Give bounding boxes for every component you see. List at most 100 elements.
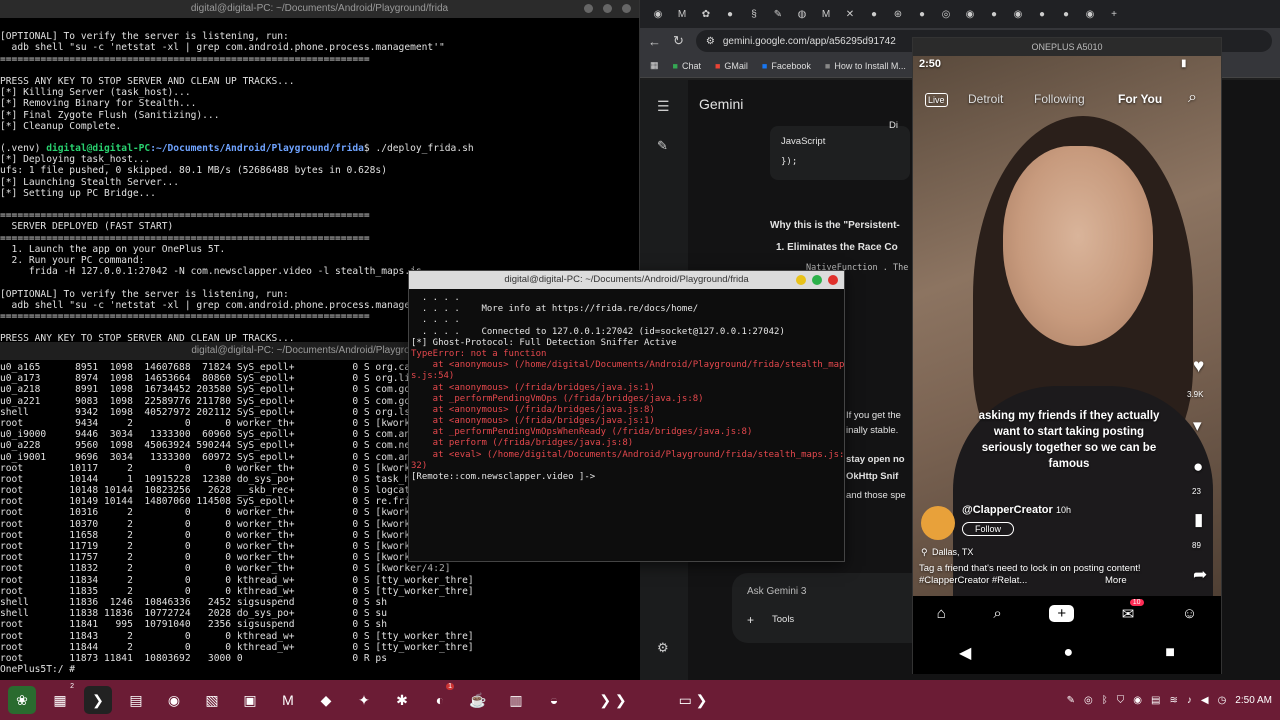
terminal-titlebar[interactable]: digital@digital-PC: ~/Documents/Android/… (409, 271, 844, 289)
android-icon[interactable]: ◒ (540, 686, 568, 714)
tab-icon[interactable]: § (744, 4, 764, 24)
settings-gear-icon[interactable]: ⚙ (657, 640, 669, 656)
tab-icon[interactable]: M (816, 4, 836, 24)
notes-icon[interactable]: ▥ (502, 686, 530, 714)
coffee-icon[interactable]: ☕ (464, 686, 492, 714)
recents-square-icon[interactable]: ■ (1165, 644, 1175, 662)
terminal-output: . . . . . . . . More info at https://fri… (409, 289, 844, 483)
maximize-icon[interactable] (603, 4, 612, 13)
home-icon[interactable]: ⌂ (937, 605, 946, 622)
bookmark-facebook[interactable]: ■ Facebook (762, 61, 811, 71)
calendar-icon[interactable]: ▣ (236, 686, 264, 714)
volume-icon[interactable]: ◀ (1201, 695, 1209, 706)
bookmark-icon[interactable]: ▮ (1194, 510, 1203, 530)
files-icon[interactable]: ▧ (198, 686, 226, 714)
share-icon[interactable]: ➦ (1193, 565, 1207, 585)
home-circle-icon[interactable]: ● (1063, 644, 1073, 662)
tab-icon[interactable]: ◉ (1008, 4, 1028, 24)
tools-button[interactable]: Tools (772, 614, 794, 625)
create-icon[interactable]: + (1049, 605, 1075, 622)
tab-for-you[interactable]: For You (1118, 92, 1162, 106)
gmail-icon[interactable]: M (274, 686, 302, 714)
tab-icon[interactable]: ✿ (696, 4, 716, 24)
frida-prompt[interactable]: [Remote::com.newsclapper.video ]-> (411, 472, 844, 483)
ask-gemini-input[interactable]: Ask Gemini 3 + Tools (732, 573, 912, 643)
wifi-icon[interactable]: ≋ (1169, 695, 1177, 706)
bookmark-install[interactable]: ■ How to Install M... (825, 61, 906, 71)
app-icon[interactable]: ◉ (648, 4, 668, 24)
live-button[interactable]: Live (925, 93, 948, 107)
minimize-icon[interactable] (584, 4, 593, 13)
tab-icon[interactable]: ◉ (1080, 4, 1100, 24)
search-icon[interactable]: ⌕ (1188, 89, 1197, 107)
close-icon[interactable] (622, 4, 631, 13)
profile-icon[interactable]: ☺ (1182, 605, 1197, 622)
settings-icon[interactable]: ✱ (388, 686, 416, 714)
network-icon[interactable]: ◎ (1084, 695, 1093, 706)
new-tab-icon[interactable]: + (1104, 4, 1124, 24)
terminal-icon[interactable]: ❯ (84, 686, 112, 714)
tab-icon[interactable]: ◍ (792, 4, 812, 24)
bookmark-chat[interactable]: ■ Chat (673, 61, 701, 71)
new-chat-icon[interactable]: ✎ (657, 138, 668, 154)
tab-icon[interactable]: M (672, 4, 692, 24)
tab-icon[interactable]: ⊛ (888, 4, 908, 24)
terminal-titlebar[interactable]: digital@digital-PC: ~/Documents/Android/… (0, 0, 639, 18)
plus-icon[interactable]: + (747, 613, 754, 627)
clipboard-icon[interactable]: ▤ (1151, 695, 1160, 706)
maximize-icon[interactable] (812, 275, 822, 285)
inbox-icon[interactable]: ✉ 10 (1122, 598, 1144, 623)
vpn-icon[interactable]: ◉ (1133, 695, 1142, 706)
spotify-icon[interactable]: ◐ 1 (426, 683, 454, 714)
task-manager-icon[interactable]: ▤ (122, 686, 150, 714)
back-icon[interactable]: ← (648, 34, 661, 49)
menu-icon[interactable]: ☰ (657, 98, 670, 115)
tiktok-bottom-nav: ⌂ ⌕ + ✉ 10 ☺ (913, 596, 1221, 631)
window-group-icon[interactable]: ▭ ❯ (658, 686, 728, 714)
github-icon[interactable]: ● (1056, 4, 1076, 24)
messenger-icon[interactable]: ✦ (350, 686, 378, 714)
tiktok-feed[interactable]: 2:50 ▮ Live Detroit Following For You ⌕ … (913, 56, 1221, 631)
discover-icon[interactable]: ⌕ (993, 605, 1001, 622)
phone-mirror-window[interactable]: ONEPLUS A5010 2:50 ▮ Live Detroit Follow… (912, 37, 1222, 674)
bluetooth-icon[interactable]: ᛒ (1102, 695, 1108, 706)
github-icon[interactable]: ● (984, 4, 1004, 24)
site-info-icon[interactable]: ⚙ (706, 36, 715, 47)
tab-icon[interactable]: ◎ (936, 4, 956, 24)
phone-window-titlebar[interactable]: ONEPLUS A5010 (913, 38, 1221, 56)
github-icon[interactable]: ● (1032, 4, 1052, 24)
start-menu-icon[interactable]: ❀ (8, 686, 36, 714)
tab-following[interactable]: Following (1034, 92, 1085, 106)
chrome-icon[interactable]: ◉ (160, 686, 188, 714)
like-icon[interactable]: ♥ (1193, 356, 1204, 378)
more-link[interactable]: More (1105, 575, 1127, 586)
tab-strip[interactable]: ◉ M ✿ ● § ✎ ◍ M ✕ ● ⊛ ● ◎ ◉ ● ◉ ● ● ◉ + (640, 0, 1280, 28)
creator-username[interactable]: @ClapperCreator (962, 504, 1053, 516)
dislike-icon[interactable]: ▾ (1193, 416, 1202, 436)
github-icon[interactable]: ● (912, 4, 932, 24)
minimize-icon[interactable] (796, 275, 806, 285)
reload-icon[interactable]: ↻ (673, 33, 684, 49)
bookmark-gmail[interactable]: ■ GMail (715, 61, 748, 71)
github-icon[interactable]: ● (720, 4, 740, 24)
tab-icon[interactable]: ✎ (768, 4, 788, 24)
back-triangle-icon[interactable]: ◀ (959, 643, 971, 663)
close-tab-icon[interactable]: ✕ (840, 4, 860, 24)
terminal-window-frida[interactable]: digital@digital-PC: ~/Documents/Android/… (408, 270, 845, 562)
editor-icon[interactable]: ◆ (312, 686, 340, 714)
follow-button[interactable]: Follow (962, 522, 1015, 536)
clock-time[interactable]: 2:50 AM (1235, 695, 1272, 706)
terminal-group-icon[interactable]: ❯ ❯ (578, 686, 648, 714)
shield-icon[interactable]: ⛉ (1117, 695, 1125, 706)
workspace-icon[interactable]: ▦ 2 (46, 683, 74, 714)
audio-icon[interactable]: ♪ (1187, 695, 1192, 706)
pen-icon[interactable]: ✎ (1067, 695, 1075, 706)
creator-avatar[interactable] (921, 506, 955, 540)
close-icon[interactable] (828, 275, 838, 285)
comment-icon[interactable]: ● (1193, 457, 1203, 477)
apps-icon[interactable]: ▦ (650, 60, 659, 71)
tab-detroit[interactable]: Detroit (968, 92, 1003, 106)
post-location[interactable]: Dallas, TX (932, 547, 973, 557)
tab-icon[interactable]: ◉ (960, 4, 980, 24)
github-icon[interactable]: ● (864, 4, 884, 24)
